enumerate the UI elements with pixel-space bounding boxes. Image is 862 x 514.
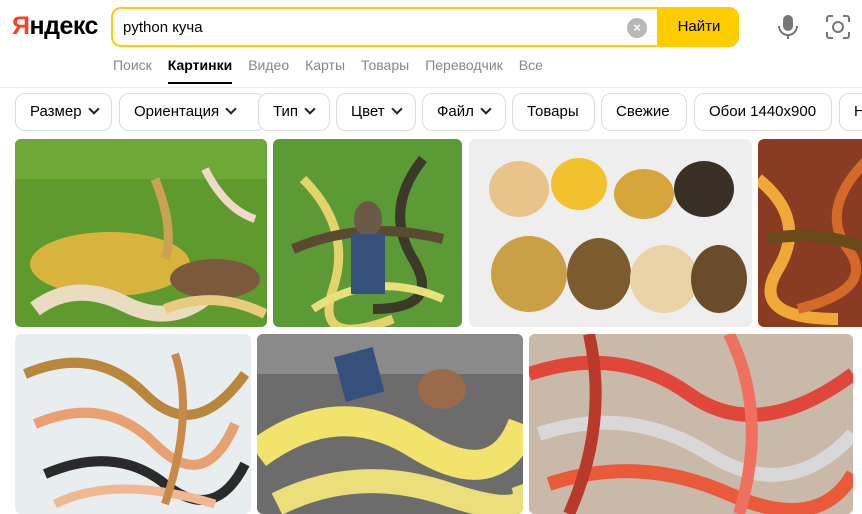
image-result[interactable] — [469, 139, 752, 327]
image-result[interactable] — [15, 334, 251, 514]
chevron-down-icon — [390, 103, 403, 115]
snake-photo — [15, 334, 251, 514]
filter-type[interactable]: Тип — [258, 93, 330, 131]
snake-photo — [15, 139, 267, 327]
snake-photo — [257, 334, 523, 514]
snake-photo — [469, 139, 752, 327]
tab-images[interactable]: Картинки — [167, 57, 233, 84]
tab-translator[interactable]: Переводчик — [425, 57, 503, 77]
snake-photo — [529, 334, 853, 514]
microphone-icon[interactable] — [776, 14, 800, 40]
filter-wallpaper[interactable]: Обои 1440x900 — [694, 93, 832, 131]
image-result[interactable] — [273, 139, 462, 327]
tab-video[interactable]: Видео — [248, 57, 289, 77]
snake-photo — [758, 139, 862, 327]
chevron-down-icon — [304, 103, 316, 115]
filter-products[interactable]: Товары — [512, 93, 595, 131]
tab-search[interactable]: Поиск — [113, 57, 152, 77]
yandex-logo[interactable]: Яндекс — [12, 12, 98, 41]
filter-bar: Размер Ориентация Тип Цвет Файл Товары С… — [15, 93, 862, 131]
filter-size[interactable]: Размер — [15, 93, 112, 131]
image-result[interactable] — [15, 139, 267, 327]
search-button[interactable]: Найти — [657, 9, 737, 45]
tab-products[interactable]: Товары — [361, 57, 409, 77]
tab-maps[interactable]: Карты — [305, 57, 345, 77]
filter-orientation[interactable]: Ориентация — [119, 93, 266, 131]
search-input[interactable] — [123, 9, 623, 45]
search-tabs: Поиск Картинки Видео Карты Товары Перево… — [113, 57, 543, 84]
chevron-down-icon — [225, 103, 237, 115]
image-result[interactable] — [257, 334, 523, 514]
image-result[interactable] — [758, 139, 862, 327]
filter-more[interactable]: Н — [839, 93, 862, 131]
header: Яндекс × Найти Поиск Картинки Видео Карт… — [0, 0, 862, 88]
clear-icon[interactable]: × — [627, 18, 647, 38]
chevron-down-icon — [87, 103, 100, 115]
filter-file[interactable]: Файл — [422, 93, 506, 131]
camera-search-icon[interactable] — [825, 14, 851, 40]
filter-fresh[interactable]: Свежие — [601, 93, 687, 131]
filter-color[interactable]: Цвет — [336, 93, 416, 131]
image-result[interactable] — [529, 334, 853, 514]
snake-photo — [273, 139, 462, 327]
chevron-down-icon — [480, 103, 492, 115]
tab-all[interactable]: Все — [519, 57, 543, 77]
search-box: × Найти — [111, 7, 739, 47]
